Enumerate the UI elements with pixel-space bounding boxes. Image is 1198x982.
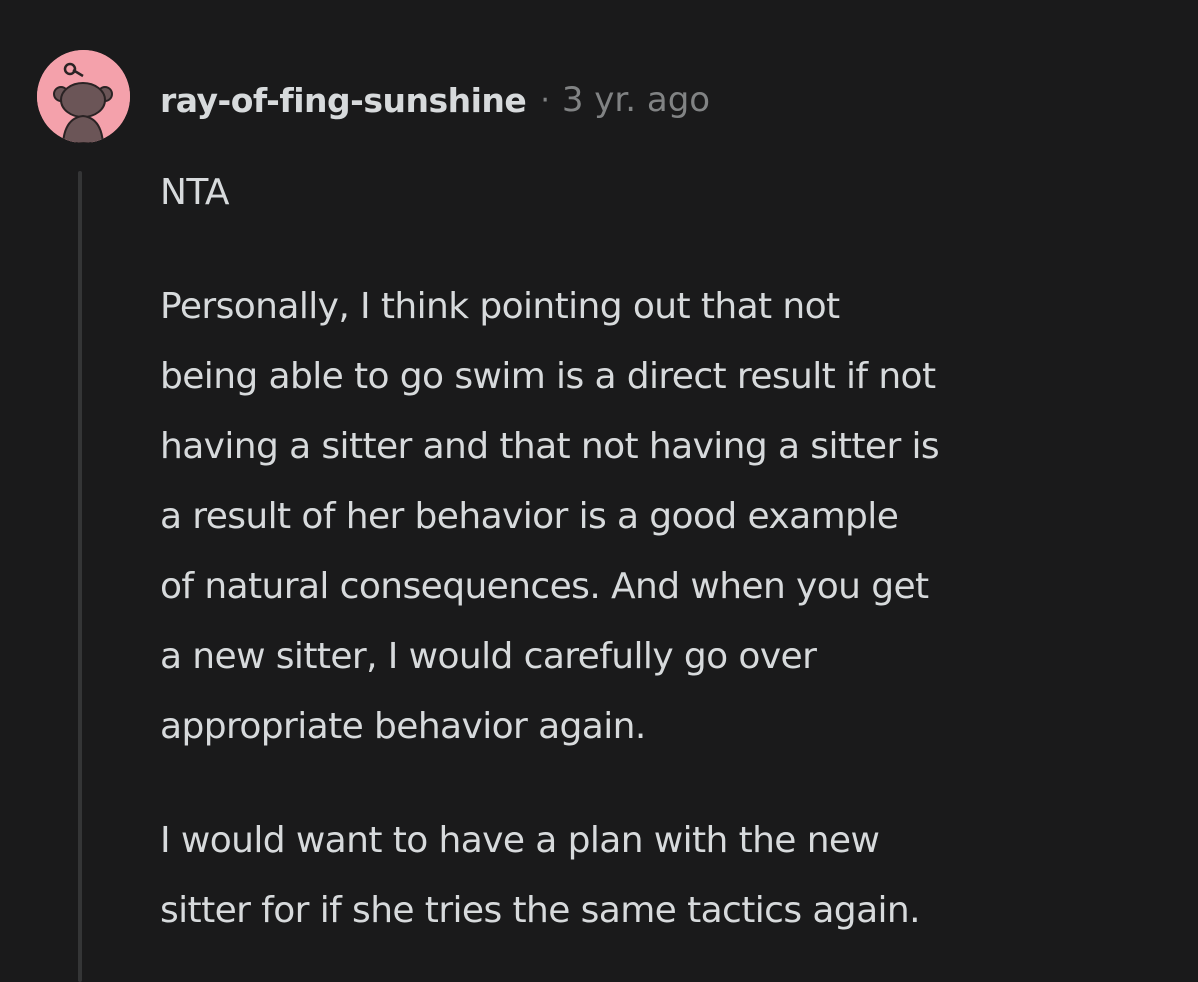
comment-meta: ray-of-fing-sunshine · 3 yr. ago	[160, 76, 710, 124]
snoo-avatar-icon	[37, 50, 130, 143]
timestamp[interactable]: 3 yr. ago	[562, 80, 710, 120]
text-line: sitter for if she tries the same tactics…	[160, 890, 921, 931]
text-line: appropriate behavior again.	[160, 706, 646, 747]
meta-separator: ·	[540, 82, 550, 118]
text-line: I would want to have a plan with the new	[160, 820, 880, 861]
text-line: a result of her behavior is a good examp…	[160, 496, 899, 537]
username[interactable]: ray-of-fing-sunshine	[160, 81, 527, 120]
comment-body: NTA Personally, I think pointing out tha…	[160, 158, 1170, 946]
text-line: being able to go swim is a direct result…	[160, 356, 936, 397]
thread-line[interactable]	[78, 171, 82, 982]
comment: ray-of-fing-sunshine · 3 yr. ago NTA Per…	[0, 0, 1198, 982]
text-line: having a sitter and that not having a si…	[160, 426, 940, 467]
text-line: Personally, I think pointing out that no…	[160, 286, 840, 327]
text-line: a new sitter, I would carefully go over	[160, 636, 817, 677]
text-line: NTA	[160, 172, 230, 213]
paragraph-2: Personally, I think pointing out that no…	[160, 272, 1170, 762]
user-avatar[interactable]	[37, 50, 130, 143]
paragraph-3: I would want to have a plan with the new…	[160, 806, 1170, 946]
paragraph-1: NTA	[160, 158, 1170, 228]
text-line: of natural consequences. And when you ge…	[160, 566, 929, 607]
